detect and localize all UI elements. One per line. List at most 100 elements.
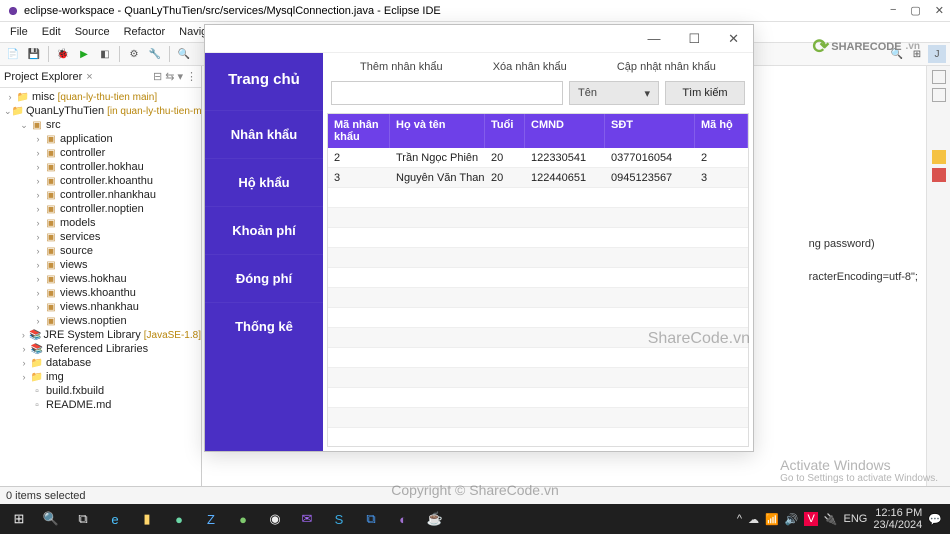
th-cmnd[interactable]: CMND [525, 114, 605, 148]
app-icon-1[interactable]: ● [164, 505, 194, 533]
sidenav-thongke[interactable]: Thống kê [205, 302, 323, 350]
update-action[interactable]: Cập nhật nhân khẩu [617, 61, 716, 73]
project-tree[interactable]: ›📁misc[quan-ly-thu-tien main]⌄📁QuanLyThu… [0, 88, 201, 486]
tree-item[interactable]: ›📚Referenced Libraries [0, 342, 201, 356]
tree-item[interactable]: ›▣controller.hokhau [0, 160, 201, 174]
menu-edit[interactable]: Edit [36, 24, 67, 40]
tree-item[interactable]: ›▣views.khoanthu [0, 286, 201, 300]
menu-file[interactable]: File [4, 24, 34, 40]
link-editor-icon[interactable]: ⇆ [165, 70, 174, 83]
app-window: — ☐ ✕ Trang chủ Nhân khẩu Hộ khẩu Khoản … [204, 24, 754, 452]
table-row-empty [328, 268, 748, 288]
window-title: eclipse-workspace - QuanLyThuTien/src/se… [24, 5, 441, 17]
chrome-icon[interactable]: ◉ [260, 505, 290, 533]
tree-item[interactable]: ›▣application [0, 132, 201, 146]
th-age[interactable]: Tuổi [485, 114, 525, 148]
taskbar-clock[interactable]: 12:16 PM 23/4/2024 [873, 507, 922, 531]
outline-view-icon[interactable] [932, 70, 946, 84]
notification-icon[interactable]: 💬 [928, 513, 942, 526]
tree-item[interactable]: ›▣views.hokhau [0, 272, 201, 286]
java-app-taskbar-icon[interactable]: ☕ [420, 505, 450, 533]
sidenav-khoanphi[interactable]: Khoản phí [205, 206, 323, 254]
open-type-icon[interactable]: 🔍 [175, 45, 193, 63]
tree-item[interactable]: ›📁img [0, 370, 201, 384]
tree-item[interactable]: ⌄▣src [0, 118, 201, 132]
collapse-all-icon[interactable]: ⊟ [153, 70, 162, 83]
marker-error-icon[interactable] [932, 168, 946, 182]
edge-icon[interactable]: e [100, 505, 130, 533]
th-maho[interactable]: Mã hộ [695, 114, 748, 148]
skype-icon[interactable]: S [324, 505, 354, 533]
tree-item[interactable]: ›📁database [0, 356, 201, 370]
vscode-icon[interactable]: ⧉ [356, 505, 386, 533]
th-name[interactable]: Họ và tên [390, 114, 485, 148]
start-button[interactable]: ⊞ [4, 505, 34, 533]
th-sdt[interactable]: SĐT [605, 114, 695, 148]
app-close-button[interactable]: ✕ [722, 29, 745, 49]
app-maximize-button[interactable]: ☐ [682, 29, 706, 49]
menu-source[interactable]: Source [69, 24, 116, 40]
new-icon[interactable]: 📄 [4, 45, 22, 63]
explorer-taskbar-icon[interactable]: ▮ [132, 505, 162, 533]
marker-warn-icon[interactable] [932, 150, 946, 164]
java-perspective-icon[interactable]: J [928, 45, 946, 63]
filter-icon[interactable]: ▾ [177, 70, 183, 83]
tree-item[interactable]: ›▣controller.nhankhau [0, 188, 201, 202]
eclipse-taskbar-icon[interactable]: ◐ [388, 505, 418, 533]
save-icon[interactable]: 💾 [25, 45, 43, 63]
messenger-icon[interactable]: ✉ [292, 505, 322, 533]
app-icon-2[interactable]: ● [228, 505, 258, 533]
explorer-close-icon[interactable]: × [86, 71, 92, 83]
delete-action[interactable]: Xóa nhân khẩu [493, 61, 567, 73]
zalo-icon[interactable]: Z [196, 505, 226, 533]
taskview-icon[interactable]: ⧉ [68, 505, 98, 533]
tree-item[interactable]: ›▣views.noptien [0, 314, 201, 328]
tree-item[interactable]: ›▣controller.khoanthu [0, 174, 201, 188]
tree-item[interactable]: ›▣controller [0, 146, 201, 160]
tree-item[interactable]: ›▣source [0, 244, 201, 258]
tray-volume-icon[interactable]: 🔊 [785, 513, 799, 526]
tree-item[interactable]: ›▣views.nhankhau [0, 300, 201, 314]
run-icon[interactable]: ▶ [75, 45, 93, 63]
table-row[interactable]: 2Trần Ngọc Phiên2012233054103770160542 [328, 148, 748, 168]
table-row[interactable]: 3Nguyễn Văn Thanh2012244065109451235673 [328, 168, 748, 188]
tray-cloud-icon[interactable]: ☁ [748, 513, 759, 526]
tray-battery-icon[interactable]: 🔌 [824, 513, 838, 526]
search-button[interactable]: Tìm kiếm [665, 81, 745, 105]
tree-item[interactable]: ▫README.md [0, 398, 201, 412]
tree-item[interactable]: ›📁misc[quan-ly-thu-tien main] [0, 90, 201, 104]
menu-refactor[interactable]: Refactor [118, 24, 172, 40]
tree-item[interactable]: ⌄📁QuanLyThuTien[in quan-ly-thu-tien-mast… [0, 104, 201, 118]
search-taskbar-icon[interactable]: 🔍 [36, 505, 66, 533]
ext-tools-icon[interactable]: 🔧 [146, 45, 164, 63]
tray-vivaldi-icon[interactable]: V [804, 512, 817, 526]
add-action[interactable]: Thêm nhân khẩu [360, 61, 443, 73]
tree-item[interactable]: ›📚JRE System Library[JavaSE-1.8] [0, 328, 201, 342]
minimize-button[interactable]: − [890, 4, 896, 17]
close-button[interactable]: ✕ [935, 4, 944, 17]
sidenav-dongphi[interactable]: Đóng phí [205, 254, 323, 302]
tree-item[interactable]: ▫build.fxbuild [0, 384, 201, 398]
sidenav-nhankhau[interactable]: Nhân khẩu [205, 110, 323, 158]
build-icon[interactable]: ⚙ [125, 45, 143, 63]
tree-item[interactable]: ›▣views [0, 258, 201, 272]
activate-windows: Activate Windows Go to Settings to activ… [780, 457, 938, 484]
tray-up-icon[interactable]: ^ [737, 513, 742, 525]
tree-item[interactable]: ›▣models [0, 216, 201, 230]
coverage-icon[interactable]: ◧ [96, 45, 114, 63]
explorer-title: Project Explorer [4, 71, 82, 83]
view-menu-icon[interactable]: ⋮ [186, 70, 197, 83]
th-id[interactable]: Mã nhân khẩu [328, 114, 390, 148]
sidenav-home[interactable]: Trang chủ [205, 53, 323, 110]
tray-wifi-icon[interactable]: 📶 [765, 513, 779, 526]
tray-lang[interactable]: ENG [844, 513, 868, 525]
maximize-button[interactable]: ▢ [910, 4, 920, 17]
app-minimize-button[interactable]: — [641, 29, 666, 48]
tree-item[interactable]: ›▣controller.noptien [0, 202, 201, 216]
tree-item[interactable]: ›▣services [0, 230, 201, 244]
search-input[interactable] [331, 81, 563, 105]
sidenav-hokhau[interactable]: Hộ khẩu [205, 158, 323, 206]
search-field-combo[interactable]: Tên ▾ [569, 81, 659, 105]
minimize-views-icon[interactable] [932, 88, 946, 102]
debug-icon[interactable]: 🐞 [54, 45, 72, 63]
